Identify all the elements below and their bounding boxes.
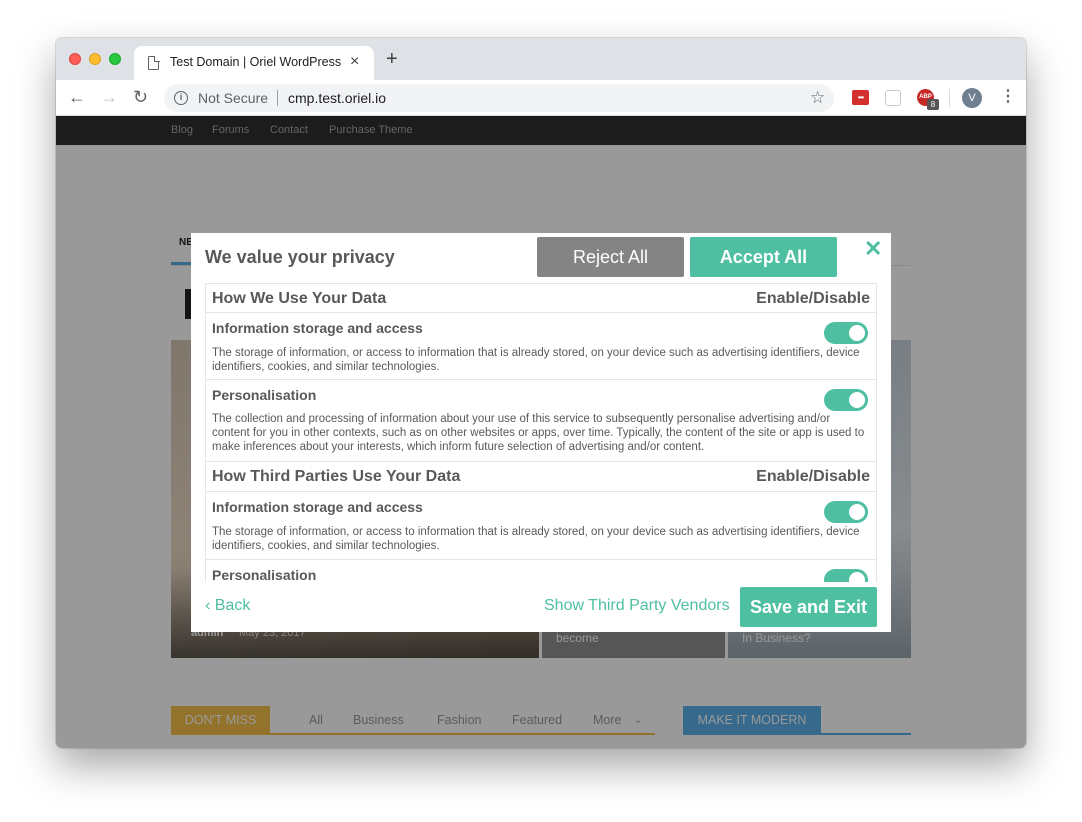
purpose-toggle[interactable]: [824, 501, 868, 523]
security-label[interactable]: Not Secure: [198, 90, 268, 106]
address-divider: [277, 90, 278, 106]
section-title: How We Use Your Data: [212, 290, 387, 307]
enable-disable-label: Enable/Disable: [756, 290, 870, 307]
address-bar[interactable]: i Not Secure cmp.test.oriel.io ☆: [164, 84, 834, 112]
browser-window: Test Domain | Oriel WordPress × + ← → ↻ …: [56, 38, 1026, 748]
accept-all-button[interactable]: Accept All: [690, 237, 837, 277]
toolbar-divider: [949, 89, 950, 107]
modal-footer: ‹ Back Show Third Party Vendors Save and…: [191, 582, 891, 632]
purpose-toggle[interactable]: [824, 389, 868, 411]
purpose-row: Personalisation: [206, 560, 876, 582]
toggle-knob: [849, 325, 865, 341]
close-window-button[interactable]: [69, 53, 81, 65]
save-and-exit-button[interactable]: Save and Exit: [740, 587, 877, 627]
section-title: How Third Parties Use Your Data: [212, 468, 461, 485]
close-icon[interactable]: ✕: [864, 236, 882, 262]
avatar[interactable]: V: [962, 88, 982, 108]
purposes-scroll-area[interactable]: How We Use Your Data Enable/Disable Info…: [205, 283, 877, 582]
purpose-title: Information storage and access: [212, 320, 423, 336]
lastpass-icon[interactable]: •••: [852, 90, 869, 105]
browser-toolbar: ← → ↻ i Not Secure cmp.test.oriel.io ☆ •…: [56, 80, 1026, 116]
toggle-knob: [849, 392, 865, 408]
adblock-badge: 8: [927, 99, 939, 110]
purpose-row: Information storage and access The stora…: [206, 313, 876, 380]
tab-strip: Test Domain | Oriel WordPress × +: [56, 38, 1026, 80]
section-header: How Third Parties Use Your Data Enable/D…: [206, 462, 876, 492]
modal-title: We value your privacy: [205, 247, 395, 267]
url-text[interactable]: cmp.test.oriel.io: [288, 90, 386, 106]
reject-all-button[interactable]: Reject All: [537, 237, 684, 277]
reload-icon[interactable]: ↻: [133, 87, 148, 107]
new-tab-button[interactable]: +: [386, 49, 398, 69]
back-icon[interactable]: ←: [68, 87, 86, 107]
purpose-toggle[interactable]: [824, 322, 868, 344]
show-vendors-link[interactable]: Show Third Party Vendors: [544, 597, 730, 615]
info-icon[interactable]: i: [174, 91, 188, 105]
purpose-title: Information storage and access: [212, 499, 423, 515]
purpose-toggle[interactable]: [824, 569, 868, 582]
purpose-row: Personalisation The collection and proce…: [206, 380, 876, 462]
minimize-window-button[interactable]: [89, 53, 101, 65]
purpose-description: The collection and processing of informa…: [212, 413, 865, 453]
web-page: Blog Forums Contact Purchase Theme NE ad…: [56, 116, 1026, 748]
menu-icon[interactable]: ⋮: [1000, 88, 1016, 106]
extension-icon[interactable]: [885, 90, 901, 106]
toggle-knob: [849, 504, 865, 520]
back-link[interactable]: ‹ Back: [205, 597, 250, 615]
star-icon[interactable]: ☆: [810, 88, 825, 108]
privacy-modal: We value your privacy Reject All Accept …: [191, 233, 891, 632]
maximize-window-button[interactable]: [109, 53, 121, 65]
forward-icon[interactable]: →: [100, 87, 118, 107]
purpose-row: Information storage and access The stora…: [206, 492, 876, 560]
purpose-description: The storage of information, or access to…: [212, 347, 860, 373]
purpose-title: Personalisation: [212, 567, 317, 582]
page-icon: [148, 55, 160, 70]
section-header: How We Use Your Data Enable/Disable: [206, 283, 876, 313]
purpose-description: The storage of information, or access to…: [212, 526, 860, 552]
tab-title: Test Domain | Oriel WordPress: [170, 55, 342, 69]
browser-tab[interactable]: Test Domain | Oriel WordPress ×: [134, 46, 374, 80]
toggle-knob: [849, 572, 865, 582]
enable-disable-label: Enable/Disable: [756, 468, 870, 485]
tab-close-button[interactable]: ×: [350, 53, 359, 71]
purpose-title: Personalisation: [212, 387, 317, 403]
